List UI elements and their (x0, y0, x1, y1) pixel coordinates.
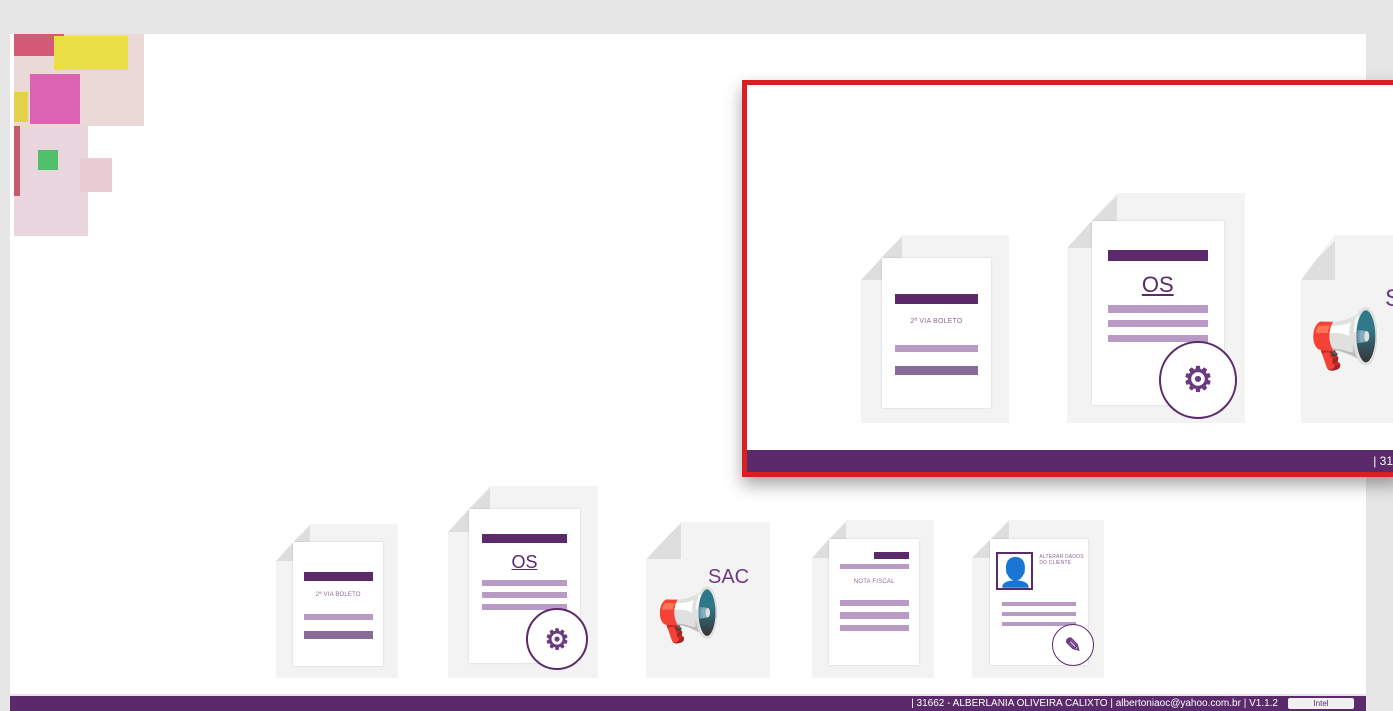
zoom-footer-text: | 31 (1373, 454, 1393, 468)
zoom-sac-text: S (1385, 285, 1393, 313)
os-icon[interactable]: OS ⚙ (448, 486, 598, 678)
footer-user-info: | 31662 - ALBERLANIA OLIVEIRA CALIXTO | … (911, 698, 1278, 709)
boleto-icon-text: 2ª VIA BOLETO (315, 591, 361, 598)
zoom-sac-icon: S 📢 (1301, 235, 1393, 423)
zoom-os-text: OS (1141, 272, 1174, 298)
megaphone-icon: 📢 (656, 587, 721, 645)
footer-bar: | 31662 - ALBERLANIA OLIVEIRA CALIXTO | … (10, 696, 1366, 711)
zoom-megaphone-icon: 📢 (1309, 307, 1382, 372)
gear-wrench-icon: ⚙ (526, 608, 588, 670)
intel-badge: Intel (1288, 698, 1354, 709)
company-logo (14, 34, 154, 239)
pencil-icon: ✎ (1052, 624, 1094, 666)
os-icon-text: OS (511, 552, 538, 573)
user-avatar-icon: 👤 (996, 551, 1034, 590)
zoom-os-icon: OS ⚙ (1067, 193, 1245, 423)
alterar-dados-icon[interactable]: 👤 ALTERAR DADOS DO CLIENTE ✎ (972, 520, 1104, 678)
zoom-segunda-via-boleto-icon: 2ª VIA BOLETO (861, 235, 1009, 423)
zoom-gear-wrench-icon: ⚙ (1159, 341, 1237, 419)
nota-fiscal-icon[interactable]: NOTA FISCAL (812, 520, 934, 678)
sac-icon-text: SAC (708, 566, 750, 588)
sac-icon[interactable]: SAC 📢 (646, 522, 770, 678)
alterar-dados-icon-text: ALTERAR DADOS DO CLIENTE (1039, 554, 1084, 567)
segunda-via-boleto-icon[interactable]: 2ª VIA BOLETO (276, 524, 398, 678)
zoom-preview: 2ª VIA BOLETO OS ⚙ S 📢 | 31 (742, 80, 1393, 477)
zoom-footer: | 31 (747, 450, 1393, 472)
nota-fiscal-icon-text: NOTA FISCAL (853, 579, 895, 586)
zoom-boleto-text: 2ª VIA BOLETO (910, 317, 963, 325)
